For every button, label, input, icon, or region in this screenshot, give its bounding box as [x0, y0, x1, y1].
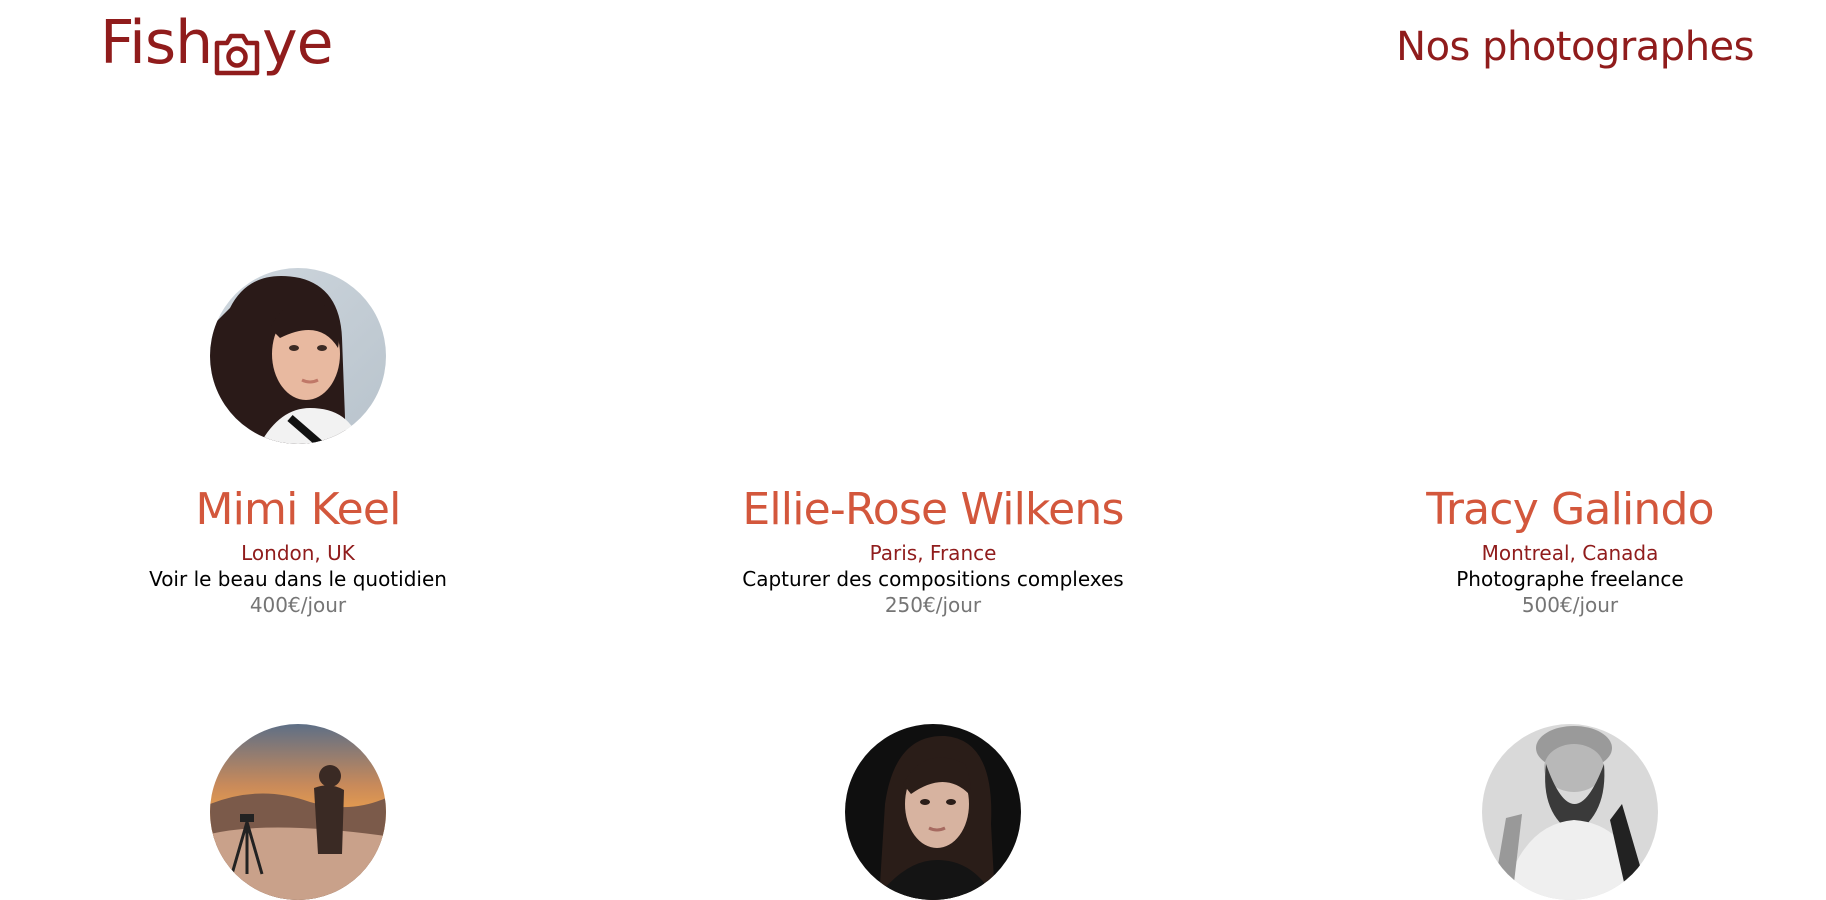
- photographer-name[interactable]: Ellie-Rose Wilkens: [683, 484, 1183, 536]
- photographer-portrait-link[interactable]: [845, 724, 1021, 900]
- fisheye-logo[interactable]: Fish ye: [100, 8, 334, 78]
- photographer-price: 400€/jour: [249, 593, 347, 617]
- logo-text-right: ye: [262, 8, 333, 78]
- bearded-man-bw-image: [1482, 724, 1658, 900]
- woman-dark-portrait-image: [845, 724, 1021, 900]
- photographer-sunset-image: [210, 724, 386, 900]
- page-title: Nos photographes: [1396, 24, 1754, 70]
- photographer-location: Paris, France: [869, 541, 997, 565]
- photographer-tagline: Voir le beau dans le quotidien: [149, 567, 447, 591]
- photographer-tagline: Capturer des compositions complexes: [742, 567, 1124, 591]
- photographer-portrait-link[interactable]: [210, 724, 386, 900]
- photographer-location: London, UK: [241, 541, 355, 565]
- photographer-price: 500€/jour: [1521, 593, 1619, 617]
- photographer-name[interactable]: Mimi Keel: [48, 484, 548, 536]
- photographer-portrait-link[interactable]: [1482, 724, 1658, 900]
- photographer-portrait-link[interactable]: [210, 268, 386, 444]
- page-header: Fish ye Nos photographes: [0, 0, 1826, 110]
- photographer-name[interactable]: Tracy Galindo: [1320, 484, 1820, 536]
- woman-portrait-image: [210, 268, 386, 444]
- photographer-location: Montreal, Canada: [1481, 541, 1659, 565]
- photographer-tagline: Photographe freelance: [1456, 567, 1684, 591]
- photographer-price: 250€/jour: [884, 593, 982, 617]
- logo-text-left: Fish: [100, 8, 213, 78]
- camera-icon: [213, 22, 261, 76]
